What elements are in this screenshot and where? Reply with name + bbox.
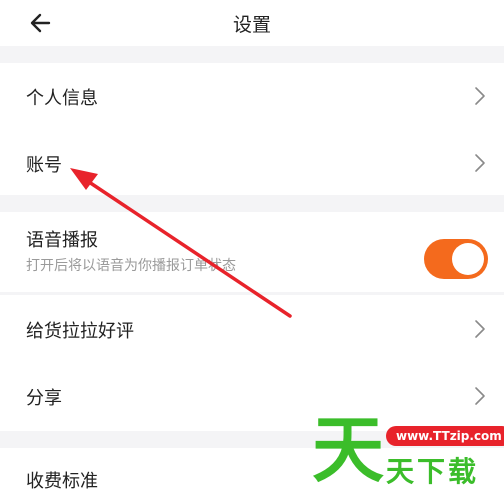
chevron-right-icon — [475, 87, 485, 105]
page-title: 设置 — [232, 14, 271, 36]
voice-broadcast-group: 语音播报 打开后将以语音为你播报订单状态 — [0, 212, 504, 292]
rate-app-label: 给货拉拉好评 — [26, 321, 134, 342]
voice-broadcast-label: 语音播报 — [26, 230, 98, 251]
watermark-url: www.TTzip.com — [386, 426, 504, 446]
share-label: 分享 — [26, 388, 62, 409]
voice-broadcast-description: 打开后将以语音为你播报订单状态 — [26, 258, 236, 274]
chevron-right-icon — [475, 320, 485, 338]
account-row[interactable]: 账号 — [0, 129, 504, 195]
top-app-bar: 设置 — [0, 0, 504, 46]
voice-broadcast-toggle[interactable] — [424, 239, 488, 279]
personal-info-label: 个人信息 — [26, 88, 98, 109]
rate-app-row[interactable]: 给货拉拉好评 — [0, 295, 504, 363]
watermark-text: 天下载 — [386, 455, 480, 488]
watermark-logo: 天 www.TTzip.com 天下载 — [308, 408, 504, 500]
voice-broadcast-row: 语音播报 打开后将以语音为你播报订单状态 — [0, 212, 504, 292]
account-label: 账号 — [26, 155, 62, 176]
chevron-right-icon — [475, 154, 485, 172]
personal-info-row[interactable]: 个人信息 — [0, 63, 504, 129]
watermark-big-char: 天 — [312, 408, 385, 492]
toggle-knob — [452, 243, 484, 275]
account-settings-group: 个人信息 账号 — [0, 63, 504, 195]
chevron-right-icon — [475, 387, 485, 405]
fee-standard-label: 收费标准 — [26, 471, 98, 492]
